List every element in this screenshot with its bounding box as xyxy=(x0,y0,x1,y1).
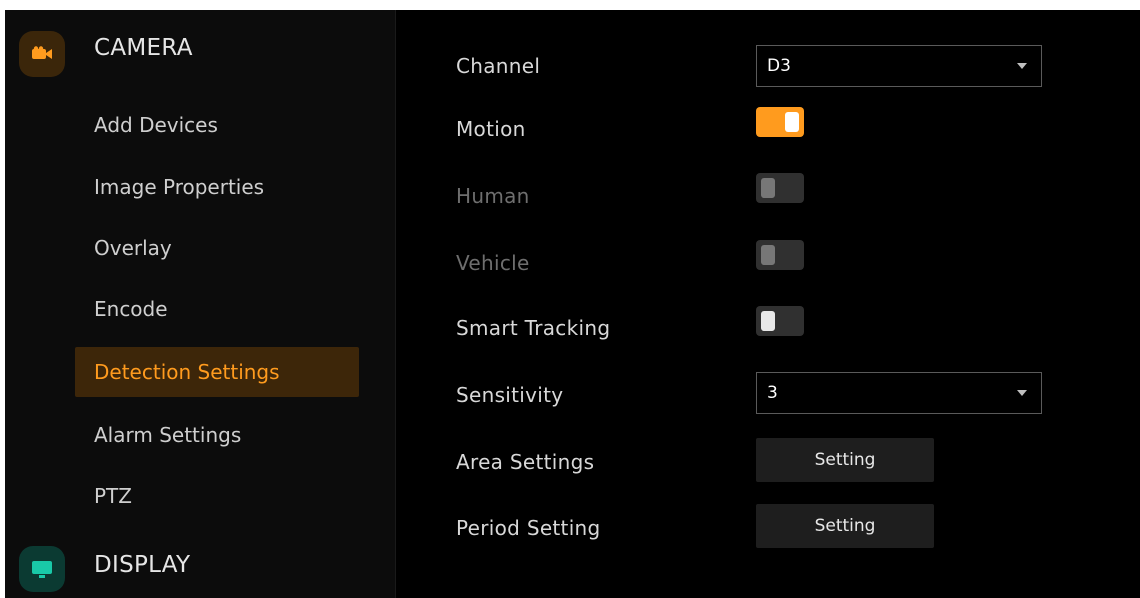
toggle-knob xyxy=(761,245,775,265)
human-toggle[interactable] xyxy=(756,173,804,203)
monitor-icon xyxy=(19,546,65,592)
display-section-header[interactable]: DISPLAY xyxy=(5,538,395,598)
sensitivity-value: 3 xyxy=(767,383,778,403)
area-settings-label: Area Settings xyxy=(456,450,595,474)
vehicle-toggle[interactable] xyxy=(756,240,804,270)
channel-value: D3 xyxy=(767,56,791,76)
sidebar-item-image-properties[interactable]: Image Properties xyxy=(75,162,359,212)
human-label: Human xyxy=(456,184,530,208)
smart-tracking-toggle[interactable] xyxy=(756,306,804,336)
sensitivity-select[interactable]: 3 xyxy=(756,372,1042,414)
chevron-down-icon xyxy=(1017,63,1027,69)
camera-section-header[interactable]: CAMERA xyxy=(5,25,395,85)
toggle-knob xyxy=(761,311,775,331)
sidebar-item-label: Encode xyxy=(94,297,168,321)
sidebar-item-alarm-settings[interactable]: Alarm Settings xyxy=(75,410,359,460)
sensitivity-label: Sensitivity xyxy=(456,383,564,407)
display-section-title: DISPLAY xyxy=(94,552,191,578)
sidebar-item-label: Image Properties xyxy=(94,175,265,199)
channel-select[interactable]: D3 xyxy=(756,45,1042,87)
period-setting-label: Period Setting xyxy=(456,516,601,540)
sidebar: CAMERA Add Devices Image Properties Over… xyxy=(5,10,396,598)
toggle-knob xyxy=(785,112,799,132)
sidebar-item-label: Detection Settings xyxy=(94,360,280,384)
period-setting-button[interactable]: Setting xyxy=(756,504,934,548)
camera-section-title: CAMERA xyxy=(94,35,193,61)
sidebar-item-ptz[interactable]: PTZ xyxy=(75,471,359,521)
channel-label: Channel xyxy=(456,54,541,78)
detection-settings-panel: Channel D3 Motion Human Vehicle Smart Tr… xyxy=(396,10,1140,598)
sidebar-item-label: PTZ xyxy=(94,484,132,508)
sidebar-item-label: Add Devices xyxy=(94,113,218,137)
chevron-down-icon xyxy=(1017,390,1027,396)
sidebar-item-encode[interactable]: Encode xyxy=(75,284,359,334)
sidebar-item-label: Overlay xyxy=(94,236,172,260)
sidebar-item-overlay[interactable]: Overlay xyxy=(75,223,359,273)
app-window: CAMERA Add Devices Image Properties Over… xyxy=(5,10,1140,598)
vehicle-label: Vehicle xyxy=(456,251,530,275)
video-camera-icon xyxy=(19,31,65,77)
motion-label: Motion xyxy=(456,117,526,141)
sidebar-item-detection-settings[interactable]: Detection Settings xyxy=(75,347,359,397)
area-settings-button[interactable]: Setting xyxy=(756,438,934,482)
sidebar-item-label: Alarm Settings xyxy=(94,423,242,447)
toggle-knob xyxy=(761,178,775,198)
motion-toggle[interactable] xyxy=(756,107,804,137)
smart-tracking-label: Smart Tracking xyxy=(456,316,611,340)
sidebar-item-add-devices[interactable]: Add Devices xyxy=(75,100,359,150)
